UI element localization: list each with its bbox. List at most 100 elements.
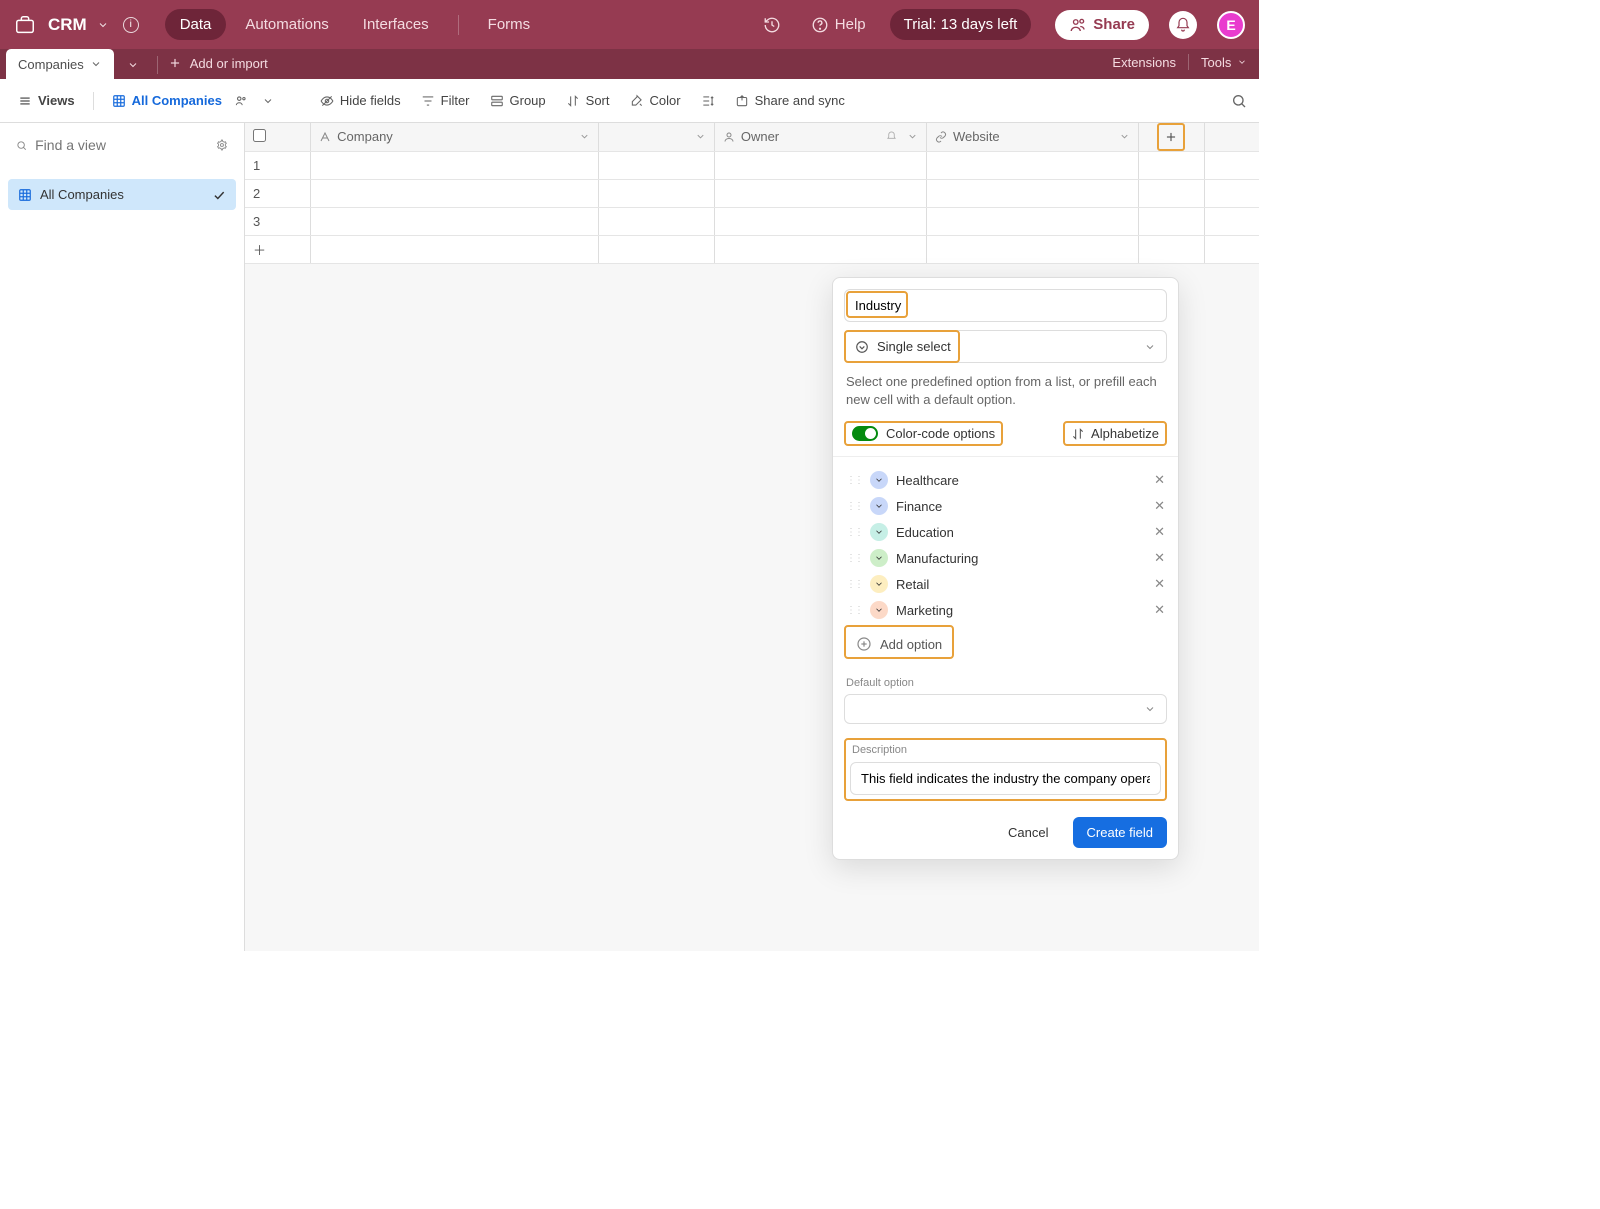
sort-button[interactable]: Sort xyxy=(560,89,616,112)
option-delete-button[interactable]: ✕ xyxy=(1154,498,1165,514)
select-all-checkbox[interactable] xyxy=(253,129,266,142)
option-delete-button[interactable]: ✕ xyxy=(1154,602,1165,618)
create-field-button[interactable]: Create field xyxy=(1073,817,1167,848)
option-row[interactable]: ⋮⋮ Finance ✕ xyxy=(844,493,1167,519)
chevron-down-icon[interactable] xyxy=(97,19,109,31)
option-label: Marketing xyxy=(896,603,953,618)
add-column-highlight xyxy=(1158,124,1184,150)
select-all-header[interactable] xyxy=(245,123,311,151)
chevron-down-icon[interactable] xyxy=(579,131,590,142)
add-option-label: Add option xyxy=(880,637,942,652)
color-code-toggle[interactable] xyxy=(852,426,878,441)
highlight: Description xyxy=(844,738,1167,801)
option-color-chip[interactable] xyxy=(870,523,888,541)
chevron-down-icon[interactable] xyxy=(90,58,102,70)
cancel-button[interactable]: Cancel xyxy=(994,817,1062,848)
tools-button[interactable]: Tools xyxy=(1201,55,1247,70)
history-icon[interactable] xyxy=(763,16,781,34)
table-row[interactable]: 2 xyxy=(245,179,1259,207)
add-or-import-button[interactable]: Add or import xyxy=(168,49,268,77)
row-height-button[interactable] xyxy=(695,90,721,112)
option-delete-button[interactable]: ✕ xyxy=(1154,550,1165,566)
sort-icon xyxy=(566,94,580,108)
table-tab-label: Companies xyxy=(18,57,84,72)
avatar[interactable]: E xyxy=(1217,11,1245,39)
option-delete-button[interactable]: ✕ xyxy=(1154,576,1165,592)
extensions-button[interactable]: Extensions xyxy=(1112,55,1176,70)
search-icon[interactable] xyxy=(1231,93,1247,109)
field-name-input[interactable] xyxy=(844,289,1167,322)
drag-handle-icon[interactable]: ⋮⋮ xyxy=(846,579,862,590)
alphabetize-button[interactable]: Alphabetize xyxy=(1071,426,1159,441)
description-input[interactable] xyxy=(850,762,1161,795)
column-header-owner[interactable]: Owner xyxy=(714,123,926,151)
table-row[interactable]: 3 xyxy=(245,207,1259,235)
current-view-button[interactable]: All Companies xyxy=(106,89,280,112)
highlight: Alphabetize xyxy=(1063,421,1167,446)
check-icon xyxy=(212,188,226,202)
column-header-company[interactable]: Company xyxy=(311,123,598,151)
drag-handle-icon[interactable]: ⋮⋮ xyxy=(846,553,862,564)
table-row[interactable]: 1 xyxy=(245,151,1259,179)
divider xyxy=(93,92,94,110)
highlight: Add option xyxy=(844,625,954,659)
gear-icon[interactable] xyxy=(216,137,228,153)
nav-data[interactable]: Data xyxy=(165,9,227,40)
color-button[interactable]: Color xyxy=(624,89,687,112)
drag-handle-icon[interactable]: ⋮⋮ xyxy=(846,605,862,616)
option-row[interactable]: ⋮⋮ Marketing ✕ xyxy=(844,597,1167,623)
nav-forms[interactable]: Forms xyxy=(473,9,546,40)
nav-automations[interactable]: Automations xyxy=(230,9,343,40)
column-header-website[interactable]: Website xyxy=(926,123,1138,151)
notifications-button[interactable] xyxy=(1169,11,1197,39)
chevron-down-icon[interactable] xyxy=(262,95,274,107)
share-button[interactable]: Share xyxy=(1055,10,1149,40)
option-row[interactable]: ⋮⋮ Healthcare ✕ xyxy=(844,467,1167,493)
sort-label: Sort xyxy=(586,93,610,108)
drag-handle-icon[interactable]: ⋮⋮ xyxy=(846,501,862,512)
divider xyxy=(1188,54,1189,70)
chevron-down-icon[interactable] xyxy=(1119,131,1130,142)
option-color-chip[interactable] xyxy=(870,497,888,515)
option-delete-button[interactable]: ✕ xyxy=(1154,524,1165,540)
filter-label: Filter xyxy=(441,93,470,108)
views-button[interactable]: Views xyxy=(12,89,81,112)
add-column-header[interactable] xyxy=(1139,123,1205,151)
drag-handle-icon[interactable]: ⋮⋮ xyxy=(846,475,862,486)
trial-pill[interactable]: Trial: 13 days left xyxy=(890,9,1032,40)
chevron-down-icon[interactable] xyxy=(907,131,918,142)
share-sync-button[interactable]: Share and sync xyxy=(729,89,851,112)
add-option-button[interactable]: Add option xyxy=(852,634,946,654)
divider xyxy=(833,456,1178,457)
table-tab-companies[interactable]: Companies xyxy=(6,49,114,79)
hide-fields-label: Hide fields xyxy=(340,93,401,108)
filter-button[interactable]: Filter xyxy=(415,89,476,112)
find-view-input[interactable] xyxy=(35,137,216,153)
add-row[interactable]: ＋ xyxy=(245,235,1259,263)
drag-handle-icon[interactable]: ⋮⋮ xyxy=(846,527,862,538)
group-button[interactable]: Group xyxy=(484,89,552,112)
column-header-blank[interactable] xyxy=(598,123,714,151)
main: All Companies Company Ow xyxy=(0,123,1259,951)
filter-icon xyxy=(421,94,435,108)
option-color-chip[interactable] xyxy=(870,471,888,489)
option-delete-button[interactable]: ✕ xyxy=(1154,472,1165,488)
table-tab-dropdown[interactable] xyxy=(119,51,147,79)
option-label: Retail xyxy=(896,577,929,592)
view-item-all-companies[interactable]: All Companies xyxy=(8,179,236,210)
field-type-select[interactable]: Single select xyxy=(844,330,1167,363)
option-color-chip[interactable] xyxy=(870,575,888,593)
app-name[interactable]: CRM xyxy=(48,15,87,35)
option-row[interactable]: ⋮⋮ Manufacturing ✕ xyxy=(844,545,1167,571)
option-row[interactable]: ⋮⋮ Education ✕ xyxy=(844,519,1167,545)
option-row[interactable]: ⋮⋮ Retail ✕ xyxy=(844,571,1167,597)
info-icon[interactable]: i xyxy=(123,17,139,33)
help-button[interactable]: Help xyxy=(811,16,866,34)
hide-fields-button[interactable]: Hide fields xyxy=(314,89,407,112)
option-color-chip[interactable] xyxy=(870,601,888,619)
nav-interfaces[interactable]: Interfaces xyxy=(348,9,444,40)
option-color-chip[interactable] xyxy=(870,549,888,567)
chevron-down-icon[interactable] xyxy=(695,131,706,142)
options-list: ⋮⋮ Healthcare ✕ ⋮⋮ Finance ✕ ⋮⋮ Educatio… xyxy=(844,467,1167,623)
default-option-select[interactable] xyxy=(844,694,1167,724)
